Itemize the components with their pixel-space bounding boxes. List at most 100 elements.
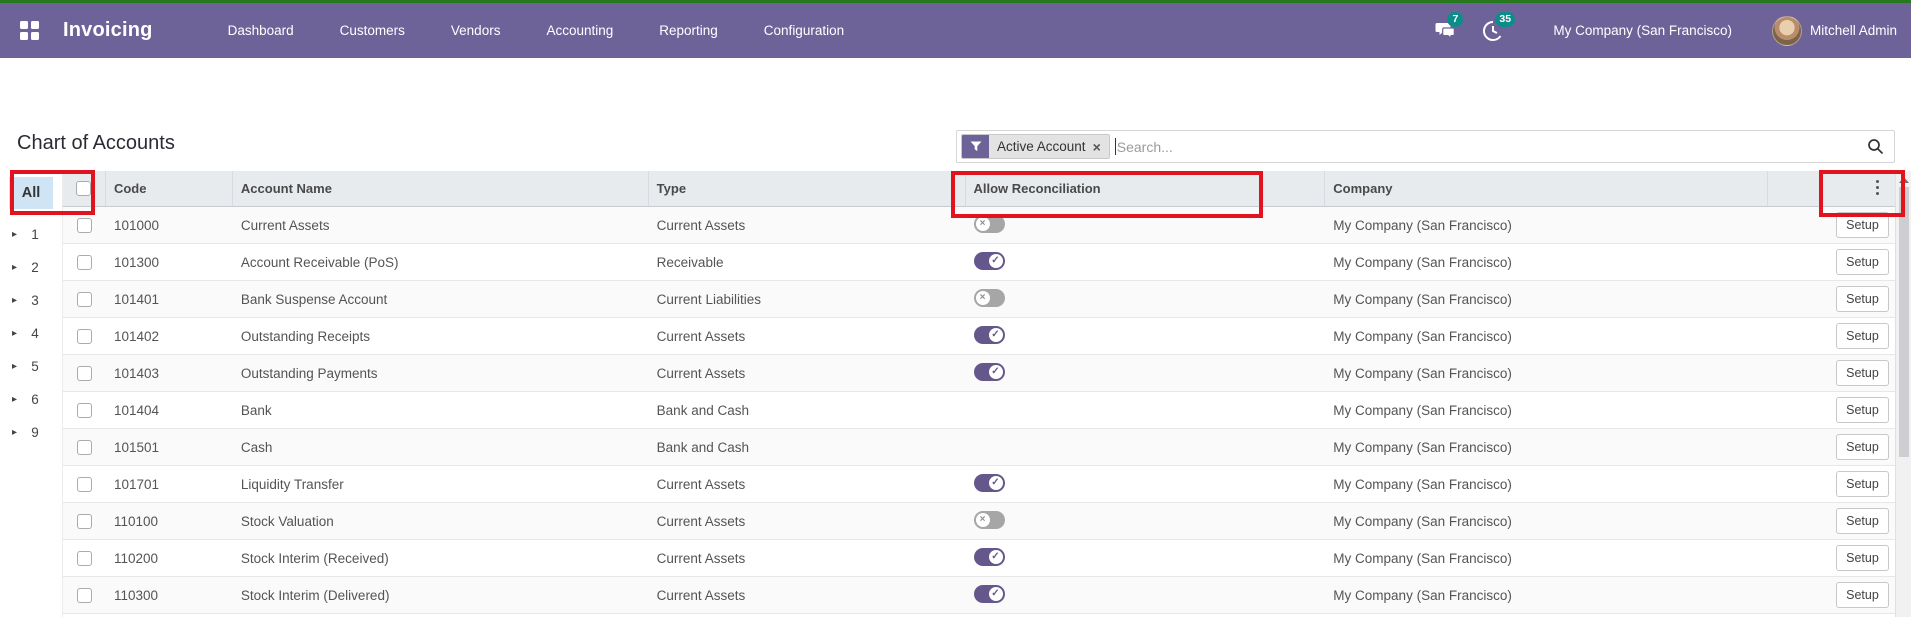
column-header-code[interactable]: Code <box>106 171 233 206</box>
table-row[interactable]: 101300 Account Receivable (PoS) Receivab… <box>63 244 1895 281</box>
setup-button[interactable]: Setup <box>1835 397 1889 423</box>
sidebar-group-1[interactable]: ▸ 1 <box>0 218 62 251</box>
app-brand[interactable]: Invoicing <box>63 19 153 42</box>
row-checkbox[interactable] <box>76 550 92 566</box>
setup-button[interactable]: Setup <box>1835 508 1889 534</box>
column-header-account-name[interactable]: Account Name <box>233 171 649 206</box>
allow-reconciliation-toggle[interactable]: × <box>973 288 1005 307</box>
user-menu[interactable]: Mitchell Admin <box>1771 15 1897 46</box>
allow-reconciliation-toggle[interactable]: ✓ <box>973 325 1005 344</box>
facet-remove-icon[interactable]: × <box>1093 139 1101 155</box>
search-bar[interactable]: Active Account × Search... <box>956 130 1895 163</box>
toggle-knob: × <box>975 290 990 305</box>
row-checkbox[interactable] <box>76 328 92 344</box>
column-header-company[interactable]: Company <box>1325 171 1769 206</box>
caret-right-icon: ▸ <box>12 361 18 372</box>
search-input[interactable]: Search... <box>1117 139 1867 155</box>
nav-item-dashboard[interactable]: Dashboard <box>205 13 317 48</box>
table-row[interactable]: 101501 Cash Bank and Cash My Company (Sa… <box>63 429 1895 466</box>
cell-code: 101404 <box>113 402 160 418</box>
setup-button[interactable]: Setup <box>1835 212 1889 238</box>
search-icon[interactable] <box>1867 138 1884 155</box>
sidebar-group-6[interactable]: ▸ 6 <box>0 383 62 416</box>
nav-item-configuration[interactable]: Configuration <box>741 13 867 48</box>
accounts-table: Code Account Name Type Allow Reconciliat… <box>62 171 1895 617</box>
apps-menu-icon[interactable] <box>20 21 39 40</box>
cell-type: Bank and Cash <box>656 402 749 418</box>
row-checkbox[interactable] <box>76 439 92 455</box>
table-row[interactable]: 101403 Outstanding Payments Current Asse… <box>63 355 1895 392</box>
nav-item-accounting[interactable]: Accounting <box>523 13 636 48</box>
activities-menu[interactable]: 35 <box>1483 11 1516 41</box>
scrollbar-thumb[interactable] <box>1898 187 1909 457</box>
vertical-scrollbar[interactable] <box>1895 171 1911 617</box>
user-name: Mitchell Admin <box>1809 23 1897 38</box>
table-row[interactable]: 101000 Current Assets Current Assets × M… <box>63 207 1895 244</box>
nav-item-vendors[interactable]: Vendors <box>428 13 524 48</box>
nav-item-reporting[interactable]: Reporting <box>636 13 741 48</box>
cell-company: My Company (San Francisco) <box>1333 476 1512 492</box>
toggle-knob: ✓ <box>988 253 1003 268</box>
setup-button[interactable]: Setup <box>1835 286 1889 312</box>
sidebar-group-3[interactable]: ▸ 3 <box>0 284 62 317</box>
sidebar-item-all[interactable]: All <box>9 177 53 209</box>
row-checkbox[interactable] <box>76 587 92 603</box>
toggle-knob: ✓ <box>988 586 1003 601</box>
setup-button[interactable]: Setup <box>1835 545 1889 571</box>
allow-reconciliation-toggle[interactable]: ✓ <box>973 473 1005 492</box>
row-checkbox[interactable] <box>76 291 92 307</box>
setup-button[interactable]: Setup <box>1835 249 1889 275</box>
row-checkbox[interactable] <box>76 402 92 418</box>
setup-button[interactable]: Setup <box>1835 434 1889 460</box>
row-checkbox[interactable] <box>76 217 92 233</box>
cell-type: Bank and Cash <box>656 439 749 455</box>
caret-right-icon: ▸ <box>12 262 18 273</box>
allow-reconciliation-toggle[interactable]: × <box>973 214 1005 233</box>
group-label: 6 <box>31 392 39 407</box>
sidebar-group-2[interactable]: ▸ 2 <box>0 251 62 284</box>
table-body: 101000 Current Assets Current Assets × M… <box>63 207 1895 614</box>
allow-reconciliation-toggle[interactable]: ✓ <box>973 362 1005 381</box>
cell-type: Current Assets <box>656 217 746 233</box>
sidebar-group-9[interactable]: ▸ 9 <box>0 416 62 449</box>
sidebar-group-5[interactable]: ▸ 5 <box>0 350 62 383</box>
allow-reconciliation-toggle[interactable]: ✓ <box>973 547 1005 566</box>
setup-button[interactable]: Setup <box>1835 582 1889 608</box>
cell-company: My Company (San Francisco) <box>1333 254 1512 270</box>
setup-button[interactable]: Setup <box>1835 471 1889 497</box>
cell-code: 110300 <box>113 587 159 603</box>
table-row[interactable]: 110100 Stock Valuation Current Assets × … <box>63 503 1895 540</box>
allow-reconciliation-toggle[interactable]: ✓ <box>973 584 1005 603</box>
company-switcher[interactable]: My Company (San Francisco) <box>1553 23 1732 38</box>
row-checkbox[interactable] <box>76 254 92 270</box>
cell-account-name: Current Assets <box>240 217 330 233</box>
sidebar-group-4[interactable]: ▸ 4 <box>0 317 62 350</box>
group-label: 5 <box>31 359 39 374</box>
select-all-checkbox[interactable] <box>76 181 92 196</box>
top-navbar: Invoicing Dashboard Customers Vendors Accou… <box>0 3 1911 58</box>
table-row[interactable]: 110300 Stock Interim (Delivered) Current… <box>63 577 1895 614</box>
table-row[interactable]: 101402 Outstanding Receipts Current Asse… <box>63 318 1895 355</box>
cell-company: My Company (San Francisco) <box>1333 217 1512 233</box>
table-row[interactable]: 101701 Liquidity Transfer Current Assets… <box>63 466 1895 503</box>
setup-button[interactable]: Setup <box>1835 323 1889 349</box>
row-checkbox[interactable] <box>76 513 92 529</box>
allow-reconciliation-toggle[interactable]: ✓ <box>973 251 1005 270</box>
scrollbar-up-arrow[interactable] <box>1898 177 1909 183</box>
group-label: 4 <box>31 326 39 341</box>
column-header-allow-reconciliation[interactable]: Allow Reconciliation <box>966 171 1326 206</box>
table-row[interactable]: 101404 Bank Bank and Cash My Company (Sa… <box>63 392 1895 429</box>
row-checkbox[interactable] <box>76 476 92 492</box>
toggle-knob: ✓ <box>988 549 1003 564</box>
messages-menu[interactable]: 7 <box>1435 12 1464 40</box>
optional-columns-icon[interactable] <box>1876 180 1879 195</box>
facet-body: Active Account × <box>989 135 1109 158</box>
setup-button[interactable]: Setup <box>1835 360 1889 386</box>
allow-reconciliation-toggle[interactable]: × <box>973 510 1005 529</box>
table-row[interactable]: 110200 Stock Interim (Received) Current … <box>63 540 1895 577</box>
toggle-knob: ✓ <box>988 475 1003 490</box>
column-header-type[interactable]: Type <box>649 171 966 206</box>
table-row[interactable]: 101401 Bank Suspense Account Current Lia… <box>63 281 1895 318</box>
row-checkbox[interactable] <box>76 365 92 381</box>
nav-item-customers[interactable]: Customers <box>317 13 428 48</box>
